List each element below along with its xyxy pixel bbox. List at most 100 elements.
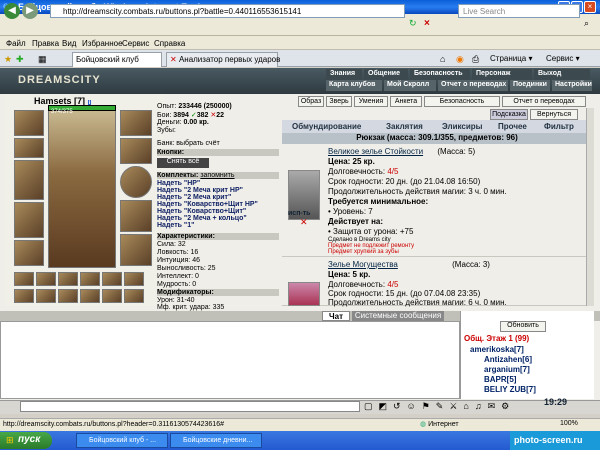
ring-slot-1[interactable] [14, 272, 34, 286]
scroll-slot-3[interactable] [124, 272, 144, 286]
taskbar-item-diaries[interactable]: Бойцовские дневни... [170, 433, 262, 448]
nav-transfer-report[interactable]: Отчет о переводах [438, 80, 508, 91]
item-name-link[interactable]: Великое зелье Стойкости [328, 147, 423, 156]
menu-view[interactable]: Вид [62, 39, 76, 48]
return-button[interactable]: Вернуться [530, 109, 578, 120]
tab-spells[interactable]: Заклятия [386, 122, 423, 131]
shield-slot[interactable] [120, 166, 152, 198]
tab-filter[interactable]: Фильтр [544, 122, 574, 131]
pet-button[interactable]: Зверь [326, 96, 352, 107]
favorites-star-icon[interactable]: ★ [4, 54, 12, 65]
menu-edit[interactable]: Правка [32, 39, 59, 48]
scroll-slot-1[interactable] [80, 272, 100, 286]
scroll-slot-8[interactable] [102, 289, 122, 303]
forward-button[interactable]: ▶ [22, 3, 38, 19]
tab-elixirs[interactable]: Эликсиры [442, 122, 482, 131]
menu-file[interactable]: Файл [6, 39, 26, 48]
nav-settings[interactable]: Настройки [552, 80, 592, 91]
user-entry[interactable]: amerikoska[7] [470, 345, 524, 354]
tab-list-icon[interactable]: ▦ [38, 54, 47, 65]
hint-button[interactable]: Подсказка [490, 109, 528, 120]
nav-clubs-map[interactable]: Карта клубов [326, 80, 382, 91]
security-button[interactable]: Безопасность [424, 96, 500, 107]
user-name[interactable]: BELIY ZUB [484, 385, 526, 394]
character-portrait[interactable] [48, 110, 116, 268]
scroll-slot-7[interactable] [80, 289, 100, 303]
nav-exit[interactable]: Выход [534, 69, 590, 80]
weapon-right-slot[interactable] [120, 200, 152, 232]
user-name[interactable]: arganium [484, 365, 520, 374]
weapon-left-slot[interactable] [14, 160, 44, 200]
ring-slot-3[interactable] [58, 272, 78, 286]
nav-character[interactable]: Персонаж [472, 69, 532, 80]
tab-system-messages[interactable]: Системные сообщения [352, 311, 444, 321]
tab-chat[interactable]: Чат [322, 311, 350, 321]
scroll-slot-6[interactable] [58, 289, 78, 303]
nav-knowledge[interactable]: Знания [326, 69, 362, 80]
tab-fight-club[interactable]: Бойцовский клуб [72, 52, 162, 67]
search-icon[interactable]: ⌕ [584, 18, 596, 30]
menu-help[interactable]: Справка [154, 39, 185, 48]
nav-communication[interactable]: Общение [364, 69, 408, 80]
user-entry[interactable]: Antizahen[6] [484, 355, 532, 364]
zoom-level[interactable]: 100% [560, 420, 578, 427]
remember-link[interactable]: запомнить [200, 172, 234, 179]
nav-my-scroll[interactable]: Мой Скролл [384, 80, 436, 91]
buttons-header[interactable]: Кнопки: [157, 149, 279, 156]
close-tab-icon[interactable]: ✕ [170, 55, 179, 64]
set-link-2swords-crit[interactable]: Надеть "2 Меча крит" [157, 194, 231, 201]
ring-slot-2[interactable] [36, 272, 56, 286]
page-menu[interactable]: Страница ▾ [490, 54, 533, 63]
tab-equipment[interactable]: Обмундирование [292, 122, 361, 131]
set-link-2swords-crit-hp[interactable]: Надеть "2 Меча крит HP" [157, 187, 243, 194]
set-link-1[interactable]: Надеть "1" [157, 222, 194, 229]
image-button[interactable]: Образ [298, 96, 324, 107]
use-item-link[interactable]: исп-ть [288, 210, 311, 217]
chat-input[interactable] [20, 401, 360, 412]
belt-slot[interactable] [14, 240, 44, 266]
chat-area[interactable] [0, 321, 460, 399]
helmet-slot[interactable] [14, 110, 44, 136]
tab-analyzer[interactable]: ✕ Анализатор первых ударов [166, 52, 280, 67]
delete-item-icon[interactable]: ✕ [300, 217, 308, 228]
back-button[interactable]: ◀ [4, 3, 20, 19]
nav-battles[interactable]: Поединки [510, 80, 550, 91]
address-input[interactable]: http://dreamscity.combats.ru/buttons.pl?… [50, 4, 405, 18]
bank-link[interactable]: Банк: выбрать счёт [157, 140, 220, 147]
refresh-icon[interactable]: ↻ [409, 18, 421, 30]
close-button[interactable]: × [584, 1, 596, 13]
boots-slot[interactable] [120, 234, 152, 266]
user-name[interactable]: amerikoska [470, 345, 514, 354]
scroll-slot-9[interactable] [124, 289, 144, 303]
rss-icon[interactable]: ◉ [456, 54, 464, 65]
stop-icon[interactable]: × [424, 18, 436, 30]
set-link-cunning-shield-hp[interactable]: Надеть "Коварство+Щит HP" [157, 201, 258, 208]
taskbar-item-fight-club[interactable]: Бойцовский клуб - ... [76, 433, 168, 448]
item-name-link[interactable]: Зелье Могущества [328, 260, 398, 269]
user-name[interactable]: Antizahen [484, 355, 522, 364]
set-link-cunning-shield[interactable]: Надеть "Коварство+Щит" [157, 208, 246, 215]
set-link-hp[interactable]: Надеть "HP" [157, 180, 200, 187]
remove-all-button[interactable]: Снять всё [157, 158, 209, 168]
set-link-2swords-ring[interactable]: Надеть "2 Меча + кольцо" [157, 215, 247, 222]
chars-header[interactable]: Характеристики: [157, 233, 279, 240]
scroll-slot-4[interactable] [14, 289, 34, 303]
skills-button[interactable]: Умения [354, 96, 388, 107]
print-icon[interactable]: ⎙ [472, 54, 479, 65]
menu-favorites[interactable]: Избранное [82, 39, 123, 48]
add-favorites-icon[interactable]: ✚ [16, 54, 24, 65]
user-name[interactable]: BAPR [484, 375, 507, 384]
user-entry[interactable]: BELIY ZUB[7] [484, 385, 536, 394]
scroll-slot-5[interactable] [36, 289, 56, 303]
tab-other[interactable]: Прочее [498, 122, 527, 131]
armor-slot[interactable] [14, 202, 44, 238]
tools-menu[interactable]: Сервис ▾ [546, 54, 580, 63]
search-input[interactable]: Live Search [458, 4, 580, 18]
bracers-slot[interactable] [14, 138, 44, 158]
user-entry[interactable]: BAPR[5] [484, 375, 516, 384]
menu-tools[interactable]: Сервис [122, 39, 149, 48]
chat-tool-icons[interactable]: ▢◩↺☺⚑✎⚔⌂♫✉⚙ [364, 401, 515, 412]
earring-slot[interactable] [120, 110, 152, 136]
user-entry[interactable]: arganium[7] [484, 365, 530, 374]
inventory-scrollbar[interactable] [586, 108, 594, 306]
